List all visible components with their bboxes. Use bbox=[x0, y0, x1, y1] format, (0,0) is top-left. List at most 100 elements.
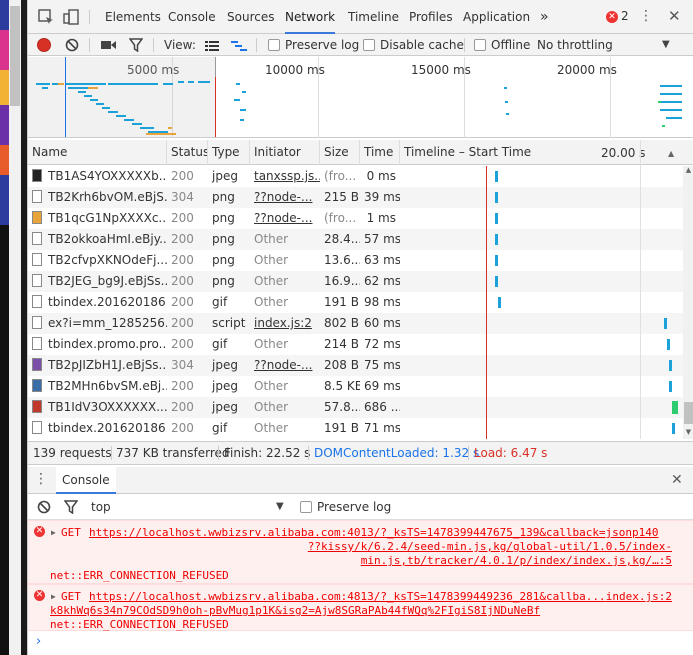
timeline-bar[interactable] bbox=[672, 423, 675, 434]
overview-waterfall-icon[interactable] bbox=[231, 40, 247, 54]
close-devtools-icon[interactable]: ✕ bbox=[668, 8, 681, 24]
checkbox-icon[interactable] bbox=[474, 39, 486, 51]
tab-application[interactable]: Application bbox=[463, 0, 530, 34]
tab-timeline[interactable]: Timeline bbox=[348, 0, 399, 34]
timeline-bar[interactable] bbox=[495, 276, 499, 287]
cell-time: 75 ms bbox=[364, 358, 400, 372]
capture-screenshots-icon[interactable] bbox=[101, 39, 117, 54]
devtools-menu-icon[interactable]: ⋮ bbox=[639, 8, 653, 24]
timeline-bar[interactable] bbox=[495, 192, 499, 203]
timeline-bar[interactable] bbox=[672, 401, 678, 414]
clear-console-icon[interactable] bbox=[37, 500, 51, 517]
table-row[interactable]: tbindex.201620186... 200 gif Other 191 B 98 m… bbox=[28, 292, 683, 313]
expand-triangle-icon[interactable]: ▶ bbox=[51, 528, 56, 537]
table-row[interactable]: TB1AS4YOXXXXXb... 200 jpeg tanxssp.js... (fr… bbox=[28, 166, 683, 187]
console-prompt[interactable]: › bbox=[36, 634, 41, 649]
timeline-bar[interactable] bbox=[495, 255, 499, 266]
clear-icon[interactable] bbox=[65, 38, 79, 55]
preserve-log-checkbox[interactable]: Preserve log bbox=[268, 37, 359, 53]
drawer-menu-icon[interactable]: ⋮ bbox=[34, 471, 48, 487]
table-row[interactable]: ex?i=mm_1285256... 200 script index.js:2 802… bbox=[28, 313, 683, 334]
scroll-up-icon[interactable]: ▲ bbox=[683, 166, 693, 176]
tab-console[interactable]: Console bbox=[168, 0, 216, 34]
finish-time: Finish: 22.52 s bbox=[224, 446, 311, 460]
error-text: net::ERR_CONNECTION_REFUSED bbox=[50, 618, 229, 631]
table-row[interactable]: TB2Krh6bvOM.eBjS... 304 png ??node-... 215 B… bbox=[28, 187, 683, 208]
initiator-link[interactable]: ??kissy/k/6.2.4/seed-min.js,kg/global-ut… bbox=[308, 540, 672, 553]
disable-cache-checkbox[interactable]: Disable cache bbox=[363, 37, 464, 53]
table-row[interactable]: tbindex.201620186... 200 gif Other 191 B 71 m… bbox=[28, 418, 683, 439]
tab-elements[interactable]: Elements bbox=[105, 0, 161, 34]
table-row[interactable]: TB2MHn6bvSM.eBj... 200 jpeg Other 8.5 KB 69 m… bbox=[28, 376, 683, 397]
tab-network[interactable]: Network bbox=[285, 0, 336, 34]
table-row[interactable]: TB1IdV3OXXXXXX... 200 jpeg Other 57.8... 686 … bbox=[28, 397, 683, 418]
request-url[interactable]: https://localhost.wwbizsrv.alibaba.com:4… bbox=[89, 526, 659, 539]
console-error-message[interactable]: ✕ ▶ GET https://localhost.wwbizsrv.aliba… bbox=[28, 520, 693, 584]
column-type[interactable]: Type bbox=[208, 140, 250, 165]
chevron-down-icon[interactable]: ▼ bbox=[276, 501, 284, 512]
cell-initiator[interactable]: ??node-... bbox=[250, 208, 320, 229]
device-toolbar-icon[interactable] bbox=[63, 9, 79, 25]
offline-checkbox[interactable]: Offline bbox=[474, 37, 530, 53]
page-scrollbar-thumb[interactable] bbox=[10, 6, 20, 106]
table-row[interactable]: TB2JEG_bg9J.eBjSs... 200 png Other 16.9... 62… bbox=[28, 271, 683, 292]
column-time[interactable]: Time bbox=[360, 140, 400, 165]
table-row[interactable]: TB1qcG1NpXXXXc... 200 png ??node-... (fro...… bbox=[28, 208, 683, 229]
table-scrollbar-thumb[interactable] bbox=[684, 402, 693, 424]
column-size[interactable]: Size bbox=[320, 140, 360, 165]
error-count[interactable]: 2 bbox=[621, 9, 629, 23]
console-preserve-log-checkbox[interactable]: Preserve log bbox=[300, 500, 391, 514]
record-icon[interactable] bbox=[37, 38, 51, 52]
table-scrollbar[interactable]: ▲ ▼ bbox=[683, 166, 693, 439]
throttling-select[interactable]: No throttling bbox=[537, 37, 613, 53]
table-row[interactable]: tbindex.promo.pro... 200 gif Other 214 B 72 m… bbox=[28, 334, 683, 355]
timeline-bar[interactable] bbox=[666, 339, 670, 350]
inspect-element-icon[interactable] bbox=[38, 9, 54, 25]
request-name: TB2pJIZbH1J.eBjSs... bbox=[48, 358, 167, 372]
drawer-tab-console[interactable]: Console bbox=[56, 467, 116, 494]
column-status[interactable]: Status bbox=[167, 140, 208, 165]
table-row[interactable]: TB2pJIZbH1J.eBjSs... 304 jpeg ??node-... 208… bbox=[28, 355, 683, 376]
timeline-bar[interactable] bbox=[495, 234, 499, 245]
timeline-bar[interactable] bbox=[497, 297, 501, 308]
source-link[interactable]: index.js:2 bbox=[606, 590, 672, 603]
timeline-bar[interactable] bbox=[669, 360, 673, 371]
cell-time: 71 ms bbox=[364, 421, 400, 435]
console-filter-icon[interactable] bbox=[63, 500, 79, 517]
cell-initiator[interactable]: ??node-... bbox=[250, 355, 320, 376]
scroll-down-icon[interactable]: ▼ bbox=[683, 428, 693, 438]
column-initiator[interactable]: Initiator bbox=[250, 140, 320, 165]
error-count-icon[interactable]: ✕ bbox=[606, 11, 618, 23]
column-name[interactable]: Name bbox=[28, 140, 167, 165]
request-name: TB2MHn6bvSM.eBj... bbox=[48, 379, 167, 393]
checkbox-icon[interactable] bbox=[363, 39, 375, 51]
cell-initiator[interactable]: ??node-... bbox=[250, 187, 320, 208]
cell-status: 304 bbox=[171, 190, 194, 204]
timeline-bar[interactable] bbox=[495, 171, 499, 182]
initiator-link[interactable]: min.js,tb/tracker/4.0.1/p/index/index.js… bbox=[361, 554, 672, 567]
sort-arrow-icon[interactable]: ▲ bbox=[668, 149, 674, 158]
table-row[interactable]: TB2cfvpXKNOdeFj... 200 png Other 13.6... 63 m… bbox=[28, 250, 683, 271]
filter-icon[interactable] bbox=[128, 38, 144, 55]
tab-profiles[interactable]: Profiles bbox=[409, 0, 453, 34]
console-error-message[interactable]: ✕ ▶ GET https://localhost.wwbizsrv.aliba… bbox=[28, 584, 693, 631]
more-tabs-button[interactable]: » bbox=[540, 0, 549, 34]
request-url-continued[interactable]: k8khWq6s34n79COdSD9h0oh-pBvMug1p1K&isg2=… bbox=[50, 604, 540, 617]
timeline-bar[interactable] bbox=[669, 381, 673, 392]
timeline-bar[interactable] bbox=[495, 213, 499, 224]
network-overview[interactable]: 5000 ms 10000 ms 15000 ms 20000 ms bbox=[28, 57, 693, 138]
cell-initiator[interactable]: tanxssp.js... bbox=[250, 166, 320, 187]
timeline-bar[interactable] bbox=[663, 318, 667, 329]
expand-triangle-icon[interactable]: ▶ bbox=[51, 592, 56, 601]
context-select[interactable]: top bbox=[91, 500, 111, 514]
column-timeline[interactable]: Timeline – Start Time bbox=[400, 140, 693, 165]
chevron-down-icon[interactable]: ▼ bbox=[662, 39, 670, 50]
checkbox-icon[interactable] bbox=[300, 501, 312, 513]
large-rows-icon[interactable] bbox=[205, 40, 219, 54]
table-row[interactable]: TB2okkoaHmI.eBjy... 200 png Other 28.4... 57 … bbox=[28, 229, 683, 250]
cell-initiator[interactable]: index.js:2 bbox=[250, 313, 320, 334]
close-drawer-icon[interactable]: ✕ bbox=[671, 472, 683, 488]
checkbox-icon[interactable] bbox=[268, 39, 280, 51]
request-url[interactable]: https://localhost.wwbizsrv.alibaba.com:4… bbox=[89, 590, 606, 603]
tab-sources[interactable]: Sources bbox=[227, 0, 274, 34]
